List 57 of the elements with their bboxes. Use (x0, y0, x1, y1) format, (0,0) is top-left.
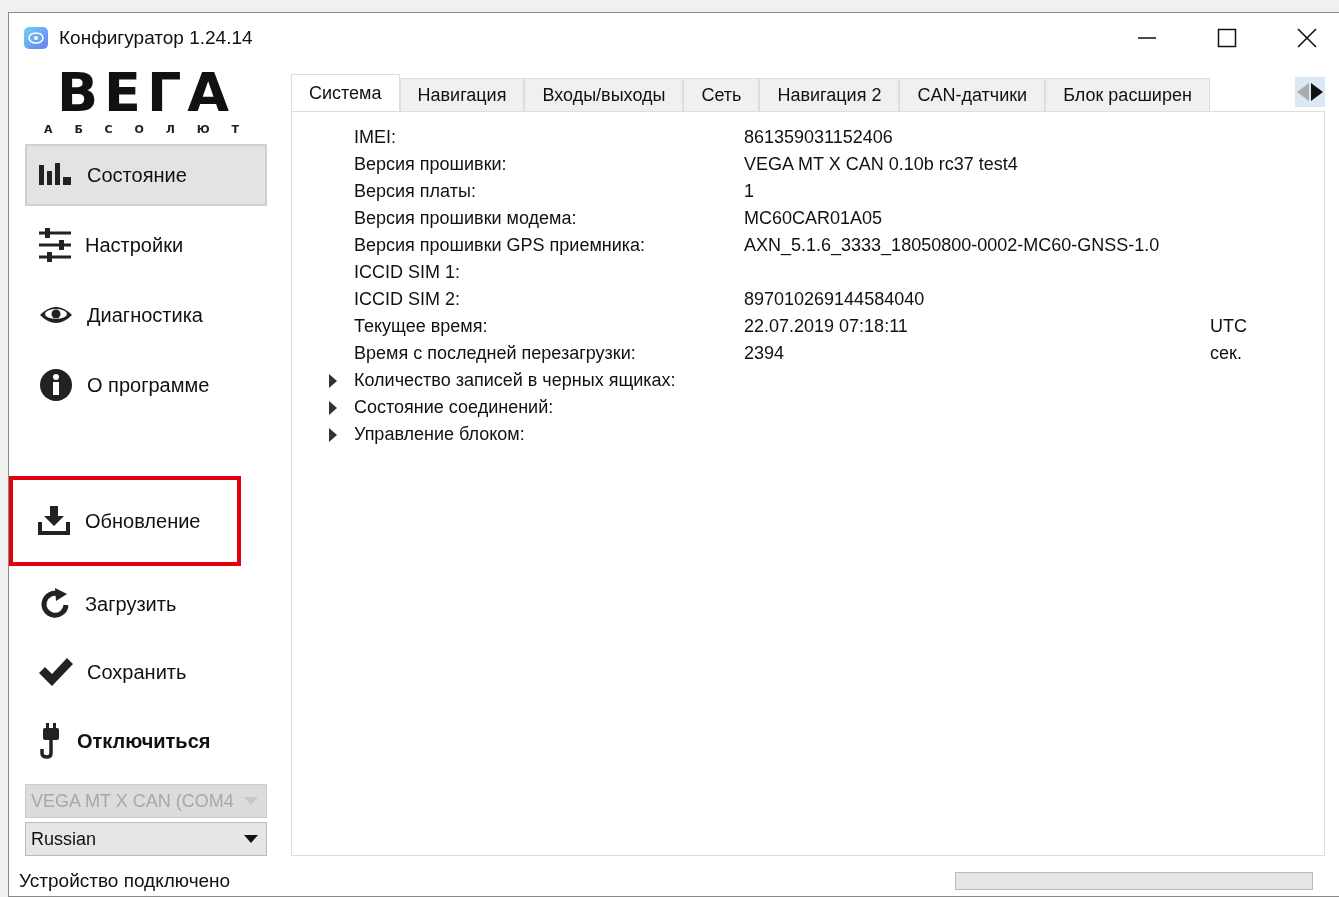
sidebar-item[interactable]: Настройки (25, 214, 267, 276)
property-label: ICCID SIM 2: (353, 289, 461, 310)
property-value: 1 (744, 181, 755, 202)
sidebar-item[interactable]: Диагностика (25, 284, 267, 346)
property-value: AXN_5.1.6_3333_18050800-0002-MC60-GNSS-1.0 (744, 235, 1161, 256)
property-label: Время с последней перезагрузки: (353, 343, 637, 364)
property-label: Версия прошивки модема: (353, 208, 578, 229)
property-label: IMEI: (353, 127, 397, 148)
unit-label: UTC (1210, 316, 1247, 337)
status-text: Устройство подключено (19, 870, 231, 892)
sidebar-item[interactable]: О программе (25, 354, 267, 416)
tab[interactable]: Навигация (399, 78, 525, 111)
scroll-right-icon[interactable] (1311, 83, 1323, 101)
tree-group[interactable]: Состояние соединений: (328, 394, 1324, 421)
brand-logo: ВЕГА (56, 63, 236, 123)
property-label: Версия платы: (353, 181, 477, 202)
window-title: Конфигуратор 1.24.14 (59, 27, 253, 49)
property-label: Версия прошивки: (353, 154, 508, 175)
tab[interactable]: Сеть (683, 78, 760, 111)
sidebar-action[interactable]: Обновление (9, 476, 241, 566)
sidebar-item[interactable]: Состояние (25, 144, 267, 206)
tab[interactable]: CAN-датчики (899, 78, 1046, 111)
reload-icon (39, 588, 71, 620)
brand-tagline: А Б С О Л Ю Т (44, 123, 248, 136)
tab[interactable]: Входы/выходы (524, 78, 684, 111)
property-label: Версия прошивки GPS приемника: (353, 235, 647, 256)
expander-icon[interactable] (328, 427, 338, 442)
bar-chart-icon (39, 163, 73, 187)
tree-group[interactable]: Количество записей в черных ящиках: (328, 367, 1324, 394)
tree-group[interactable]: Управление блоком: (328, 421, 1324, 448)
unit-label: сек. (1210, 343, 1242, 364)
sidebar-action[interactable]: Сохранить (25, 642, 267, 702)
maximize-icon[interactable] (1217, 28, 1237, 48)
dropdown-arrow-icon (244, 835, 258, 843)
disconnect-button[interactable]: Отключиться (25, 710, 267, 772)
property-value: 22.07.2019 07:18:11 (744, 316, 909, 337)
tab[interactable]: Навигация 2 (759, 78, 900, 111)
app-icon (23, 26, 49, 50)
download-icon (37, 506, 71, 536)
close-icon[interactable] (1297, 28, 1317, 48)
property-value: 897010269144584040 (744, 289, 926, 310)
property-value: MC60CAR01A05 (744, 208, 884, 229)
property-value: 861359031152406 (744, 127, 894, 148)
expander-icon[interactable] (328, 373, 338, 388)
property-value: 2394 (744, 343, 786, 364)
sidebar-action[interactable]: Загрузить (25, 574, 267, 634)
sliders-icon (39, 228, 71, 262)
tab[interactable]: Блок расширен (1045, 78, 1210, 111)
property-label: ICCID SIM 1: (353, 262, 461, 283)
eye-icon (39, 305, 73, 325)
checkmark-icon (39, 658, 73, 686)
expander-icon[interactable] (328, 400, 338, 415)
tab[interactable]: Система (291, 74, 400, 111)
language-dropdown[interactable]: Russian (25, 822, 267, 856)
property-value: VEGA MT X CAN 0.10b rc37 test4 (744, 154, 1019, 175)
info-icon (39, 368, 73, 402)
property-label: Текущее время: (353, 316, 489, 337)
